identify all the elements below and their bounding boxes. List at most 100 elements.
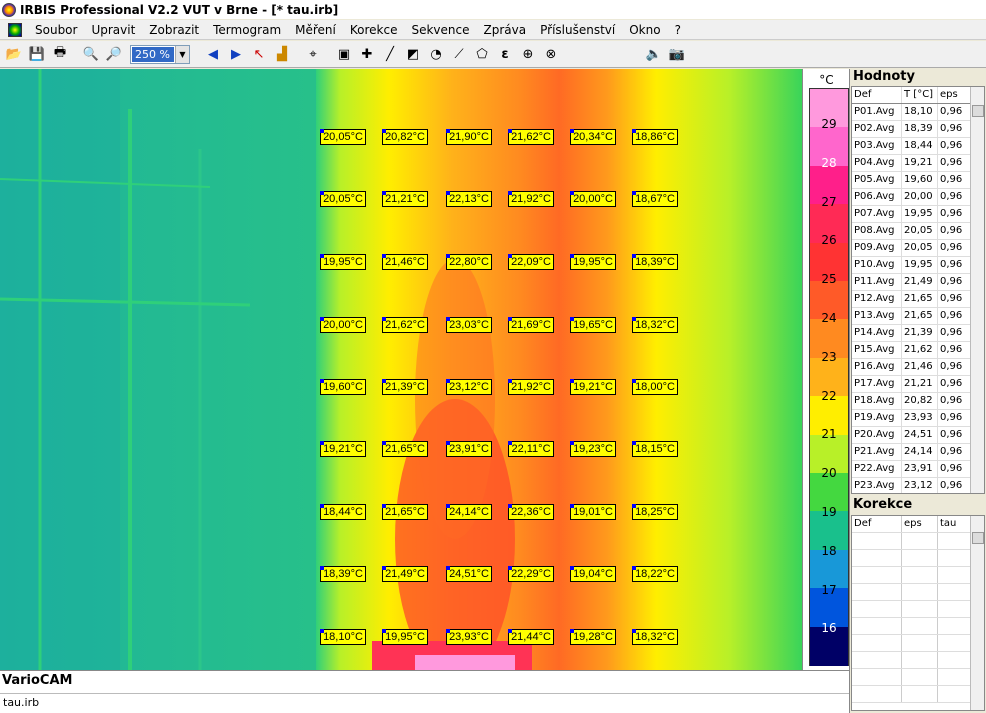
measurement-point[interactable]: 20,00°C bbox=[320, 317, 366, 333]
measurement-point[interactable]: 22,11°C bbox=[508, 441, 554, 457]
table-row[interactable] bbox=[852, 669, 984, 686]
menu-item-4[interactable]: Měření bbox=[288, 23, 343, 37]
measurement-point[interactable]: 20,34°C bbox=[570, 129, 616, 145]
zoom-out-icon[interactable]: 🔎 bbox=[103, 43, 125, 65]
menu-item-5[interactable]: Korekce bbox=[343, 23, 405, 37]
measurement-point[interactable]: 22,36°C bbox=[508, 504, 554, 520]
measurement-point[interactable]: 21,90°C bbox=[446, 129, 492, 145]
measurement-point[interactable]: 19,21°C bbox=[320, 441, 366, 457]
polyline-tool-icon[interactable]: ⟋ bbox=[448, 43, 470, 65]
polygon-tool-icon[interactable]: ⬠ bbox=[471, 43, 493, 65]
table-row[interactable]: P18.Avg 20,82 0,96 bbox=[852, 393, 984, 410]
measurement-point[interactable]: 19,04°C bbox=[570, 566, 616, 582]
emissivity-icon[interactable]: ε bbox=[494, 43, 516, 65]
measurement-point[interactable]: 18,39°C bbox=[632, 254, 678, 270]
table-row[interactable] bbox=[852, 652, 984, 669]
table-row[interactable]: P11.Avg 21,49 0,96 bbox=[852, 274, 984, 291]
measurement-point[interactable]: 18,00°C bbox=[632, 379, 678, 395]
table-row[interactable] bbox=[852, 584, 984, 601]
measurement-point[interactable]: 19,60°C bbox=[320, 379, 366, 395]
area-tool-icon[interactable]: ▣ bbox=[333, 43, 355, 65]
table-row[interactable]: P13.Avg 21,65 0,96 bbox=[852, 308, 984, 325]
col-tau[interactable]: tau bbox=[938, 516, 970, 532]
rect-tool-icon[interactable]: ◩ bbox=[402, 43, 424, 65]
magnify-area-icon[interactable]: ⊗ bbox=[540, 43, 562, 65]
measurement-point[interactable]: 20,05°C bbox=[320, 191, 366, 207]
measurement-point[interactable]: 23,03°C bbox=[446, 317, 492, 333]
measurement-point[interactable]: 24,14°C bbox=[446, 504, 492, 520]
table-row[interactable] bbox=[852, 618, 984, 635]
calibration-icon[interactable]: ⌖ bbox=[302, 43, 324, 65]
table-row[interactable]: P09.Avg 20,05 0,96 bbox=[852, 240, 984, 257]
table-row[interactable] bbox=[852, 550, 984, 567]
measurement-point[interactable]: 19,95°C bbox=[570, 254, 616, 270]
point-tool-icon[interactable]: ✚ bbox=[356, 43, 378, 65]
measurement-point[interactable]: 24,51°C bbox=[446, 566, 492, 582]
table-row[interactable]: P14.Avg 21,39 0,96 bbox=[852, 325, 984, 342]
hodnoty-table[interactable]: Def T [°C] eps P01.Avg 18,10 0,96 P02.Avg 18… bbox=[851, 86, 985, 494]
scroll-thumb[interactable] bbox=[972, 105, 984, 117]
table-row[interactable]: P01.Avg 18,10 0,96 bbox=[852, 104, 984, 121]
table-row[interactable]: P20.Avg 24,51 0,96 bbox=[852, 427, 984, 444]
measurement-point[interactable]: 19,01°C bbox=[570, 504, 616, 520]
table-row[interactable]: P19.Avg 23,93 0,96 bbox=[852, 410, 984, 427]
table-row[interactable]: P21.Avg 24,14 0,96 bbox=[852, 444, 984, 461]
col-eps[interactable]: eps bbox=[938, 87, 970, 103]
measurement-point[interactable]: 18,25°C bbox=[632, 504, 678, 520]
zoom-select[interactable]: 250 % ▼ bbox=[130, 44, 190, 64]
measurement-point[interactable]: 23,91°C bbox=[446, 441, 492, 457]
table-row[interactable]: P06.Avg 20,00 0,96 bbox=[852, 189, 984, 206]
measurement-point[interactable]: 21,62°C bbox=[508, 129, 554, 145]
menu-item-1[interactable]: Upravit bbox=[84, 23, 142, 37]
measurement-point[interactable]: 21,65°C bbox=[382, 441, 428, 457]
measurement-point[interactable]: 18,32°C bbox=[632, 317, 678, 333]
measurement-point[interactable]: 18,22°C bbox=[632, 566, 678, 582]
measurement-point[interactable]: 21,69°C bbox=[508, 317, 554, 333]
measurement-point[interactable]: 21,21°C bbox=[382, 191, 428, 207]
document-icon[interactable] bbox=[8, 22, 22, 37]
measurement-point[interactable]: 19,95°C bbox=[382, 629, 428, 645]
measurement-point[interactable]: 19,23°C bbox=[570, 441, 616, 457]
menu-item-6[interactable]: Sekvence bbox=[404, 23, 476, 37]
col-temp[interactable]: T [°C] bbox=[902, 87, 938, 103]
measurement-point[interactable]: 19,65°C bbox=[570, 317, 616, 333]
table-row[interactable]: P05.Avg 19,60 0,96 bbox=[852, 172, 984, 189]
col-eps[interactable]: eps bbox=[902, 516, 938, 532]
table-row[interactable]: P17.Avg 21,21 0,96 bbox=[852, 376, 984, 393]
table-row[interactable]: P22.Avg 23,91 0,96 bbox=[852, 461, 984, 478]
table-row[interactable]: P15.Avg 21,62 0,96 bbox=[852, 342, 984, 359]
measurement-point[interactable]: 20,82°C bbox=[382, 129, 428, 145]
measurement-point[interactable]: 21,92°C bbox=[508, 191, 554, 207]
measurement-point[interactable]: 21,92°C bbox=[508, 379, 554, 395]
menu-item-8[interactable]: Příslušenství bbox=[533, 23, 622, 37]
measurement-point[interactable]: 21,49°C bbox=[382, 566, 428, 582]
sound-icon[interactable]: 🔈 bbox=[643, 43, 665, 65]
line-tool-icon[interactable]: ╱ bbox=[379, 43, 401, 65]
measurement-point[interactable]: 19,21°C bbox=[570, 379, 616, 395]
next-icon[interactable]: ▶ bbox=[225, 43, 247, 65]
table-row[interactable] bbox=[852, 686, 984, 703]
print-icon[interactable]: 🖶 bbox=[49, 43, 71, 65]
table-row[interactable]: P04.Avg 19,21 0,96 bbox=[852, 155, 984, 172]
previous-icon[interactable]: ◀ bbox=[202, 43, 224, 65]
measurement-point[interactable]: 19,28°C bbox=[570, 629, 616, 645]
table-row[interactable] bbox=[852, 601, 984, 618]
measurement-point[interactable]: 21,46°C bbox=[382, 254, 428, 270]
korekce-table[interactable]: Def eps tau bbox=[851, 515, 985, 711]
menu-item-9[interactable]: Okno bbox=[622, 23, 667, 37]
measurement-point[interactable]: 21,62°C bbox=[382, 317, 428, 333]
measurement-point[interactable]: 21,39°C bbox=[382, 379, 428, 395]
histogram-icon[interactable]: ▟ bbox=[271, 43, 293, 65]
korekce-scrollbar[interactable] bbox=[970, 516, 984, 710]
measurement-point[interactable]: 21,44°C bbox=[508, 629, 554, 645]
measurement-point[interactable]: 19,95°C bbox=[320, 254, 366, 270]
measurement-point[interactable]: 22,29°C bbox=[508, 566, 554, 582]
table-row[interactable]: P12.Avg 21,65 0,96 bbox=[852, 291, 984, 308]
ellipse-tool-icon[interactable]: ◔ bbox=[425, 43, 447, 65]
measurement-point[interactable]: 22,09°C bbox=[508, 254, 554, 270]
col-def[interactable]: Def bbox=[852, 516, 902, 532]
zoom-in-icon[interactable]: 🔍 bbox=[80, 43, 102, 65]
measurement-point[interactable]: 18,15°C bbox=[632, 441, 678, 457]
table-row[interactable]: P08.Avg 20,05 0,96 bbox=[852, 223, 984, 240]
measurement-point[interactable]: 23,93°C bbox=[446, 629, 492, 645]
